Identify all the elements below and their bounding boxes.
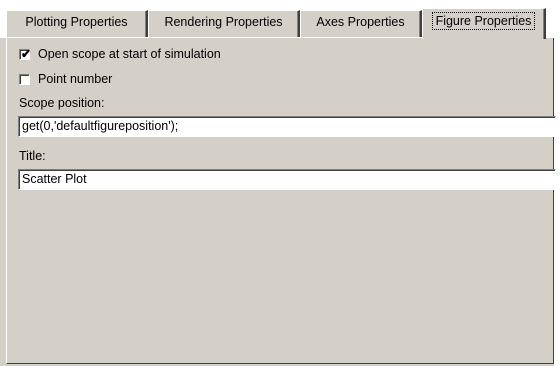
title-input[interactable]: Scatter Plot bbox=[18, 169, 556, 190]
check-icon: ✔ bbox=[21, 46, 32, 61]
point-number-checkbox[interactable] bbox=[19, 73, 30, 85]
open-scope-option[interactable]: ✔ Open scope at start of simulation bbox=[19, 45, 221, 63]
scope-position-input[interactable]: get(0,'defaultfigureposition'); bbox=[18, 116, 556, 137]
right-margin bbox=[554, 38, 560, 366]
title-label: Title: bbox=[19, 149, 46, 163]
tab-strip: Plotting Properties Rendering Properties… bbox=[0, 0, 560, 39]
tab-label: Figure Properties bbox=[431, 12, 536, 30]
scope-position-label: Scope position: bbox=[19, 96, 105, 110]
open-scope-checkbox[interactable]: ✔ bbox=[19, 46, 32, 61]
tab-axes-properties[interactable]: Axes Properties bbox=[300, 10, 422, 37]
tab-label: Plotting Properties bbox=[25, 15, 128, 29]
point-number-option[interactable]: Point number bbox=[19, 70, 112, 88]
tab-label: Axes Properties bbox=[316, 15, 405, 29]
point-number-label: Point number bbox=[38, 72, 113, 86]
tab-plotting-properties[interactable]: Plotting Properties bbox=[6, 10, 148, 37]
tab-rendering-properties[interactable]: Rendering Properties bbox=[148, 10, 300, 37]
open-scope-label: Open scope at start of simulation bbox=[38, 47, 221, 61]
figure-properties-dialog: Plotting Properties Rendering Properties… bbox=[0, 0, 560, 366]
tab-label: Rendering Properties bbox=[164, 15, 283, 29]
tab-figure-properties[interactable]: Figure Properties bbox=[422, 8, 546, 39]
